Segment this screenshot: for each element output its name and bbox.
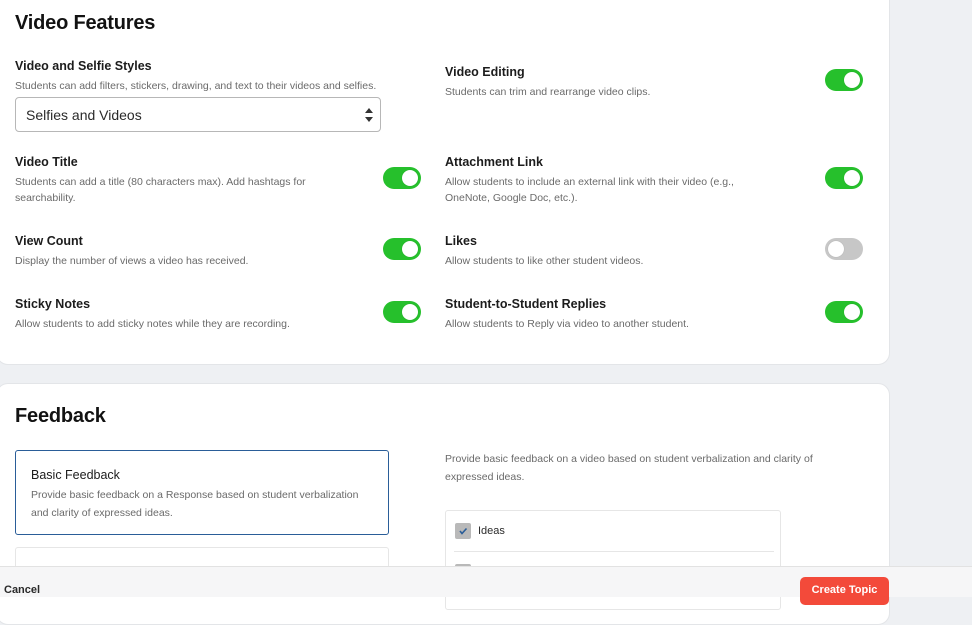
feature-attachment-link: Attachment Link Allow students to includ… <box>445 155 765 206</box>
feature-title: Video Title <box>15 155 78 169</box>
feature-title: Student-to-Student Replies <box>445 297 607 311</box>
basic-feedback-option[interactable]: Basic Feedback Provide basic feedback on… <box>15 450 389 535</box>
feature-description: Allow students to like other student vid… <box>445 255 644 267</box>
feature-sticky-notes: Sticky Notes Allow students to add stick… <box>15 297 355 332</box>
feature-title: Video Editing <box>445 65 525 79</box>
toggle-knob <box>844 170 860 186</box>
feature-description: Students can trim and rearrange video cl… <box>445 86 651 98</box>
video-title-toggle[interactable] <box>383 167 421 189</box>
toggle-knob <box>828 241 844 257</box>
feature-description: Students can add filters, stickers, draw… <box>15 80 377 92</box>
feature-video-editing: Video Editing Students can trim and rear… <box>445 65 805 100</box>
option-description: Provide basic feedback on a Response bas… <box>31 489 359 519</box>
criteria-row-ideas[interactable]: Ideas <box>454 511 774 552</box>
student-replies-toggle[interactable] <box>825 301 863 323</box>
feedback-title: Feedback <box>15 405 106 427</box>
sticky-notes-toggle[interactable] <box>383 301 421 323</box>
feature-student-replies: Student-to-Student Replies Allow student… <box>445 297 785 332</box>
toggle-knob <box>402 170 418 186</box>
styles-select-value: Selfies and Videos <box>26 107 142 123</box>
option-title: Basic Feedback <box>31 468 120 482</box>
video-editing-toggle[interactable] <box>825 69 863 91</box>
toggle-knob <box>844 72 860 88</box>
feature-title: Sticky Notes <box>15 297 91 311</box>
feature-video-selfie-styles: Video and Selfie Styles Students can add… <box>15 59 395 94</box>
feature-likes: Likes Allow students to like other stude… <box>445 234 785 269</box>
feature-description: Allow students to Reply via video to ano… <box>445 318 689 330</box>
select-arrows-icon <box>365 108 373 122</box>
feature-description: Allow students to include an external li… <box>445 176 734 204</box>
feature-description: Display the number of views a video has … <box>15 255 249 267</box>
video-features-card: Video Features Video and Selfie Styles S… <box>0 0 890 365</box>
feature-title: Likes <box>445 234 477 248</box>
feedback-detail-description: Provide basic feedback on a video based … <box>445 453 813 483</box>
styles-select[interactable]: Selfies and Videos <box>15 97 381 132</box>
view-count-toggle[interactable] <box>383 238 421 260</box>
toggle-knob <box>402 304 418 320</box>
toggle-knob <box>844 304 860 320</box>
video-features-title: Video Features <box>15 12 156 34</box>
toggle-knob <box>402 241 418 257</box>
feature-video-title: Video Title Students can add a title (80… <box>15 155 335 206</box>
attachment-link-toggle[interactable] <box>825 167 863 189</box>
create-topic-button[interactable]: Create Topic <box>800 577 889 605</box>
likes-toggle[interactable] <box>825 238 863 260</box>
check-icon <box>459 527 468 535</box>
feature-description: Allow students to add sticky notes while… <box>15 318 290 330</box>
feature-title: View Count <box>15 234 83 248</box>
feature-description: Students can add a title (80 characters … <box>15 176 306 204</box>
feature-title: Video and Selfie Styles <box>15 59 152 73</box>
criteria-label: Ideas <box>478 525 505 537</box>
ideas-checkbox[interactable] <box>455 523 471 539</box>
cancel-button[interactable]: Cancel <box>4 584 40 596</box>
feature-view-count: View Count Display the number of views a… <box>15 234 355 269</box>
footer-bar: Cancel Create Topic <box>0 566 972 605</box>
feature-title: Attachment Link <box>445 155 543 169</box>
